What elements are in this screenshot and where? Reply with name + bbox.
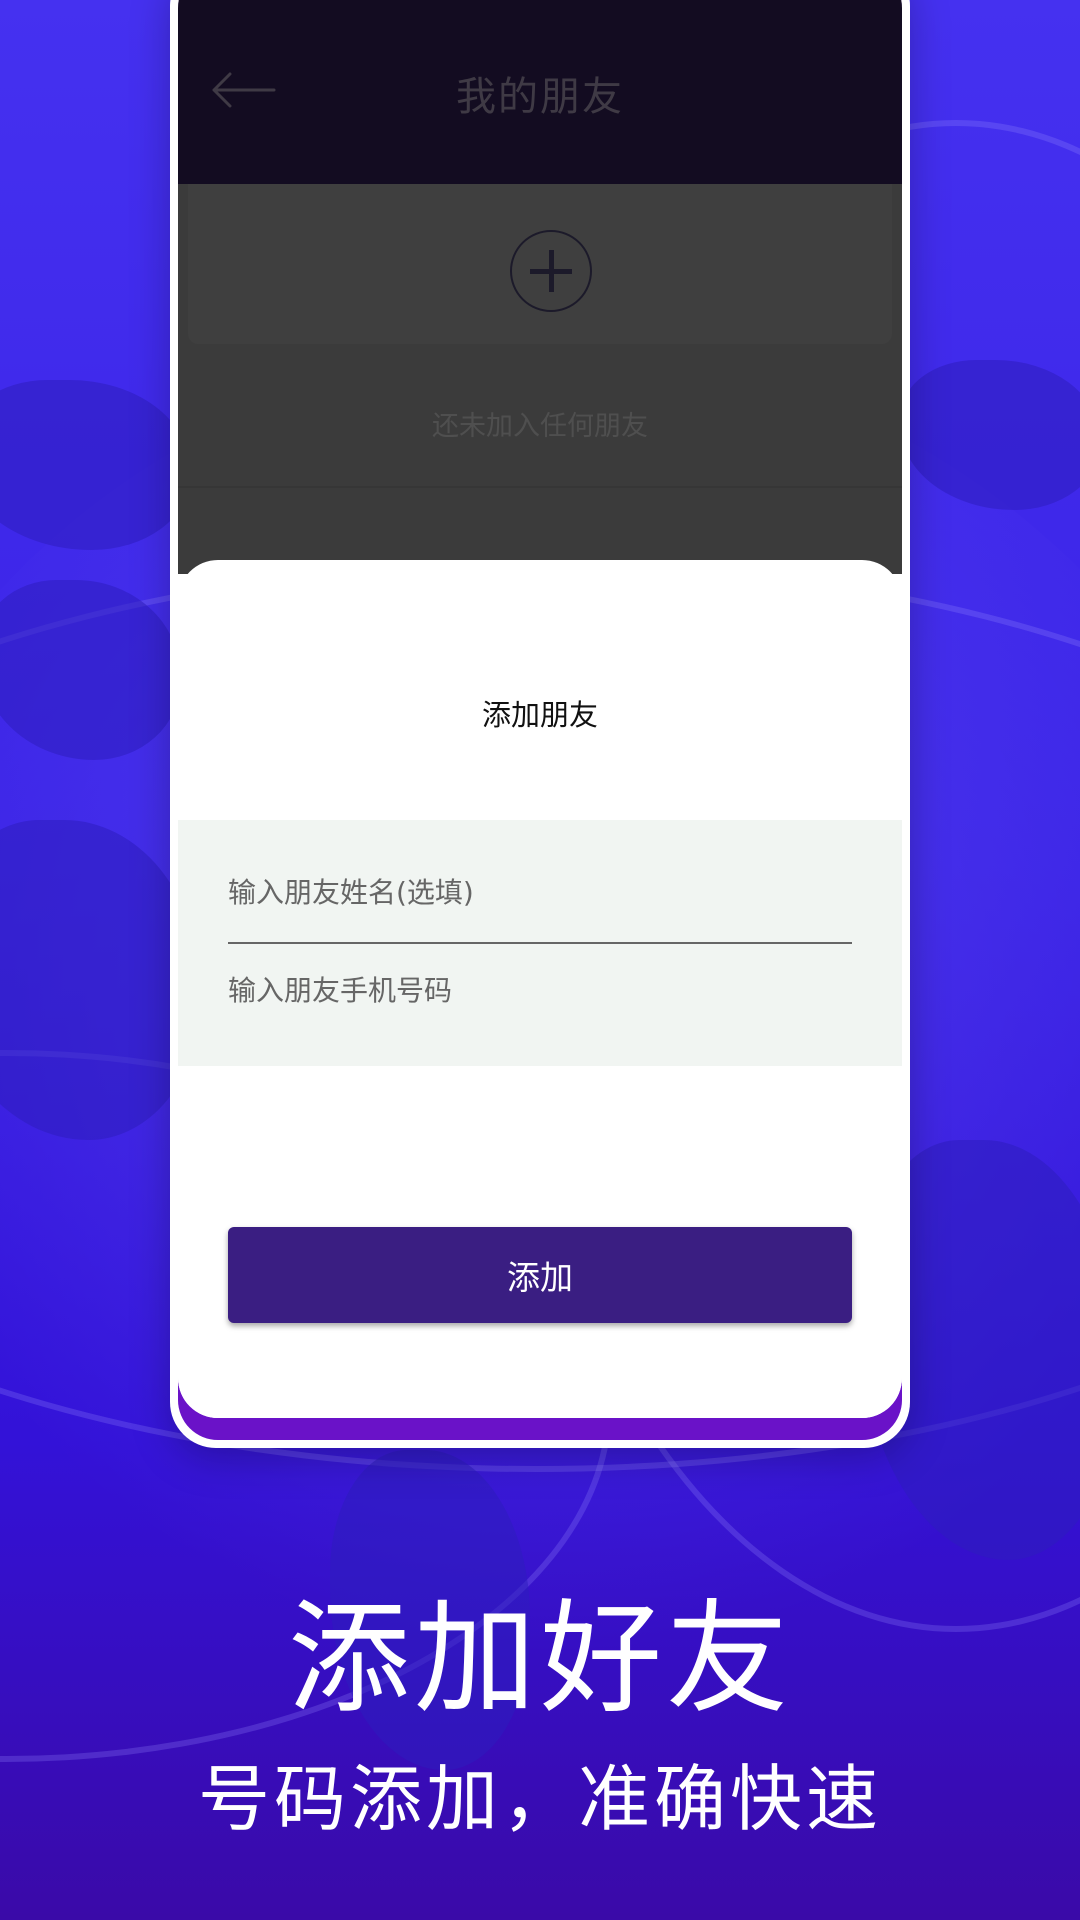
add-friend-form [178, 820, 902, 1066]
page-title: 我的朋友 [456, 74, 624, 120]
phone-mockup: 我的朋友 还未加入任何朋友 添加朋友 添加 [170, 0, 910, 1448]
promo-subhead: 号码添加，准确快速 [197, 1757, 882, 1841]
globe-landmass [0, 380, 190, 550]
friends-list-area: 还未加入任何朋友 [178, 184, 902, 574]
add-friend-card [188, 184, 892, 344]
add-friend-sheet: 添加朋友 添加 [178, 560, 902, 1418]
phone-frame: 我的朋友 还未加入任何朋友 添加朋友 添加 [178, 0, 902, 1440]
phone-screen: 我的朋友 还未加入任何朋友 添加朋友 添加 [178, 0, 902, 1418]
sheet-title: 添加朋友 [481, 698, 598, 732]
divider [178, 486, 902, 488]
add-button[interactable]: 添加 [228, 1227, 852, 1323]
app-top-bar: 我的朋友 [178, 0, 902, 184]
add-friend-plus-icon[interactable] [510, 230, 592, 312]
empty-state-text: 还未加入任何朋友 [432, 411, 648, 442]
friend-phone-input[interactable] [228, 950, 852, 1030]
promo-headline: 添加好友 [288, 1588, 792, 1730]
friend-name-input[interactable] [228, 842, 852, 944]
